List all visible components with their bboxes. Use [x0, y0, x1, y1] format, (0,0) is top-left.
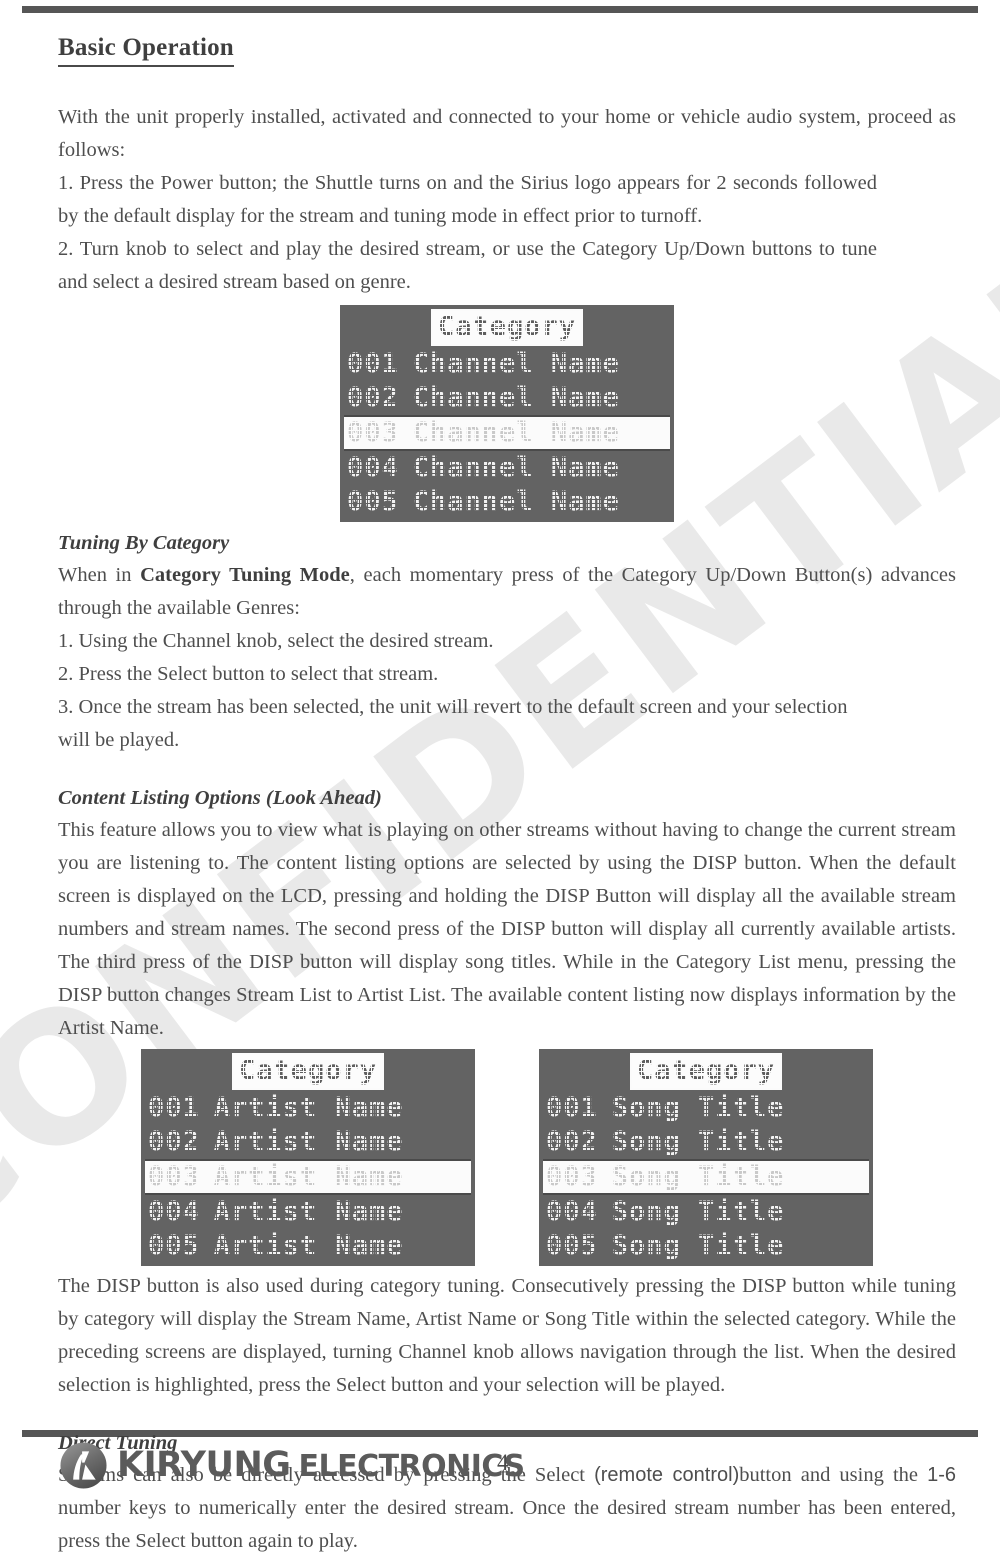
lcd-row[interactable]: 001 Artist Name: [145, 1091, 471, 1125]
lcd-row[interactable]: 004 Song Title: [543, 1195, 869, 1229]
lcd-row-number: 003: [347, 417, 399, 448]
tbc-text-before: When in: [58, 564, 141, 586]
page-title: Basic Operation: [58, 34, 234, 67]
lcd-row-number: 003: [546, 1161, 598, 1192]
lcd-row[interactable]: 005 Artist Name: [145, 1229, 471, 1263]
lcd-row-number: 003: [148, 1161, 200, 1192]
page-content: Basic Operation With the unit properly i…: [58, 0, 956, 1558]
brand-secondary: ELECTRONICS: [298, 1449, 525, 1484]
lcd-header-artist: Category: [145, 1053, 471, 1090]
lcd-row-number: 005: [347, 486, 399, 517]
intro-paragraph: With the unit properly installed, activa…: [58, 106, 956, 161]
lcd-row-label: Artist Name: [200, 1197, 404, 1227]
lcd-row-label: Song Title: [598, 1231, 785, 1261]
lcd-row-number: 002: [347, 382, 399, 413]
lcd-row[interactable]: 002 Channel Name: [344, 381, 670, 415]
lcd-row-label: Song Title: [598, 1162, 785, 1192]
lcd-row-label: Channel Name: [399, 418, 620, 448]
lcd-row-selected[interactable]: 003 Song Title: [543, 1159, 869, 1195]
lcd-row-label: Channel Name: [399, 349, 620, 379]
lcd-row-label: Channel Name: [399, 487, 620, 517]
lcd-row[interactable]: 004 Artist Name: [145, 1195, 471, 1229]
tbc-bold-term: Category Tuning Mode: [140, 564, 350, 586]
lcd-row-number: 001: [546, 1092, 598, 1123]
tuning-by-category-paragraph: When in Category Tuning Mode, each momen…: [58, 559, 956, 625]
lcd-header-label: Category: [437, 311, 577, 342]
lcd-row-number: 004: [546, 1196, 598, 1227]
lcd-row-number: 005: [148, 1230, 200, 1261]
lcd-screen-channel-list: Category 001 Channel Name 002 Channel Name…: [340, 305, 674, 522]
lcd-row-label: Song Title: [598, 1093, 785, 1123]
intro-step-1: 1. Press the Power button; the Shuttle t…: [58, 172, 877, 227]
heading-content-listing: Content Listing Options (Look Ahead): [58, 787, 382, 809]
lcd-row-number: 004: [148, 1196, 200, 1227]
lcd-row-label: Artist Name: [200, 1162, 404, 1192]
kiryung-circle-logo-icon: [60, 1442, 107, 1489]
lcd-row-label: Artist Name: [200, 1093, 404, 1123]
lcd-row[interactable]: 002 Song Title: [543, 1125, 869, 1159]
lcd-row[interactable]: 005 Song Title: [543, 1229, 869, 1263]
lcd-header-label: Category: [636, 1055, 776, 1086]
lcd-header-label: Category: [238, 1055, 378, 1086]
lcd-screen-song-list: Category 001 Song Title 002 Song Title 003…: [539, 1049, 873, 1266]
lcd-row[interactable]: 004 Channel Name: [344, 451, 670, 485]
lcd-row-number: 002: [546, 1126, 598, 1157]
lcd-row-number: 001: [347, 348, 399, 379]
page-number: 4: [497, 1450, 509, 1475]
lcd-row-selected[interactable]: 003 Artist Name: [145, 1159, 471, 1195]
lcd-row-number: 004: [347, 452, 399, 483]
lcd-row[interactable]: 002 Artist Name: [145, 1125, 471, 1159]
tbc-step-3: 3. Once the stream has been selected, th…: [58, 696, 848, 751]
disp-button-paragraph: The DISP button is also used during cate…: [58, 1275, 956, 1396]
brand-wordmark: KIRYUNG ELECTRONICS: [117, 1448, 525, 1483]
lcd-row-label: Song Title: [598, 1197, 785, 1227]
dt-text-3: number keys to numerically enter the des…: [58, 1497, 956, 1552]
intro-step-2: 2. Turn knob to select and play the desi…: [58, 238, 877, 293]
content-listing-paragraph: This feature allows you to view what is …: [58, 819, 956, 1039]
lcd-row-label: Song Title: [598, 1127, 785, 1157]
lcd-row-label: Channel Name: [399, 383, 620, 413]
lcd-header-song: Category: [543, 1053, 869, 1090]
lcd-row-selected[interactable]: 003 Channel Name: [344, 415, 670, 451]
lcd-row-number: 002: [148, 1126, 200, 1157]
lcd-row[interactable]: 001 Song Title: [543, 1091, 869, 1125]
lcd-row-label: Artist Name: [200, 1127, 404, 1157]
lcd-header-channel: Category: [344, 309, 670, 346]
lcd-row-number: 005: [546, 1230, 598, 1261]
page-footer: KIRYUNG ELECTRONICS 4: [0, 1438, 1000, 1494]
lcd-row-label: Artist Name: [200, 1231, 404, 1261]
tbc-step-2: 2. Press the Select button to select tha…: [58, 663, 439, 685]
lcd-row-number: 001: [148, 1092, 200, 1123]
lcd-screen-artist-list: Category 001 Artist Name 002 Artist Name 0…: [141, 1049, 475, 1266]
brand-primary: KIRYUNG: [117, 1445, 291, 1485]
lcd-row[interactable]: 005 Channel Name: [344, 485, 670, 519]
lcd-row-label: Channel Name: [399, 453, 620, 483]
tbc-step-1: 1. Using the Channel knob, select the de…: [58, 630, 494, 652]
lcd-row[interactable]: 001 Channel Name: [344, 347, 670, 381]
heading-tuning-by-category: Tuning By Category: [58, 532, 230, 554]
brand-logo: KIRYUNG ELECTRONICS: [60, 1442, 525, 1489]
